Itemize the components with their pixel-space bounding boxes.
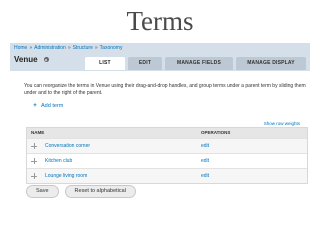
breadcrumb-separator: » [29, 45, 33, 51]
breadcrumb-separator: » [67, 45, 71, 51]
breadcrumb: Home » Administration » Structure » Taxo… [14, 45, 122, 51]
table-row: Kitchen club edit [27, 153, 307, 168]
slide-title: Terms [126, 6, 194, 36]
breadcrumb-taxonomy[interactable]: Taxonomy [100, 45, 123, 51]
edit-link[interactable]: edit [201, 158, 209, 164]
tab-manage-fields[interactable]: MANAGE FIELDS [165, 57, 233, 70]
table-cell-name: Kitchen club [27, 154, 197, 168]
term-link[interactable]: Conversation corner [45, 139, 90, 153]
table-row: Conversation corner edit [27, 138, 307, 153]
page-title: Venue [14, 55, 38, 64]
drupal-screenshot: Home » Administration » Structure » Taxo… [10, 43, 310, 227]
save-button[interactable]: Save [26, 185, 59, 198]
table-cell-operations: edit [197, 139, 307, 153]
plus-icon: + [33, 103, 37, 109]
add-term-link[interactable]: + Add term [32, 103, 63, 109]
table-row: Lounge living room edit [27, 168, 307, 183]
table-cell-name: Conversation corner [27, 139, 197, 153]
drag-handle-icon[interactable] [31, 158, 37, 164]
table-cell-operations: edit [197, 169, 307, 183]
table-header: NAME OPERATIONS [27, 128, 307, 138]
table-body: Conversation corner edit Kitchen club ed… [27, 138, 307, 183]
breadcrumb-administration[interactable]: Administration [34, 45, 66, 51]
edit-link[interactable]: edit [201, 173, 209, 179]
page-header: Home » Administration » Structure » Taxo… [10, 43, 310, 71]
column-header-operations: OPERATIONS [201, 130, 231, 135]
table-cell-operations: edit [197, 154, 307, 168]
tab-manage-display[interactable]: MANAGE DISPLAY [236, 57, 306, 70]
reset-to-alphabetical-button[interactable]: Reset to alphabetical [64, 185, 136, 198]
drag-handle-icon[interactable] [31, 143, 37, 149]
breadcrumb-separator: » [94, 45, 98, 51]
terms-table: NAME OPERATIONS Conversation corner edit… [26, 127, 308, 184]
table-cell-name: Lounge living room [27, 169, 197, 183]
form-actions: Save Reset to alphabetical [26, 185, 136, 198]
tab-edit[interactable]: EDIT [128, 57, 162, 70]
tab-bar: LIST EDIT MANAGE FIELDS MANAGE DISPLAY [85, 57, 306, 70]
tab-list[interactable]: LIST [85, 57, 125, 70]
breadcrumb-home[interactable]: Home [14, 45, 27, 51]
term-link[interactable]: Lounge living room [45, 169, 87, 183]
column-header-name: NAME [31, 130, 45, 135]
edit-link[interactable]: edit [201, 143, 209, 149]
drag-handle-icon[interactable] [31, 173, 37, 179]
help-text: You can reorganize the terms in Venue us… [24, 83, 306, 96]
add-term-label: Add term [41, 103, 64, 109]
show-row-weights-link[interactable]: Show row weights [264, 121, 300, 126]
breadcrumb-structure[interactable]: Structure [73, 45, 93, 51]
page-title-row: Venue [14, 55, 49, 64]
gear-icon[interactable] [43, 57, 49, 62]
term-link[interactable]: Kitchen club [45, 154, 72, 168]
